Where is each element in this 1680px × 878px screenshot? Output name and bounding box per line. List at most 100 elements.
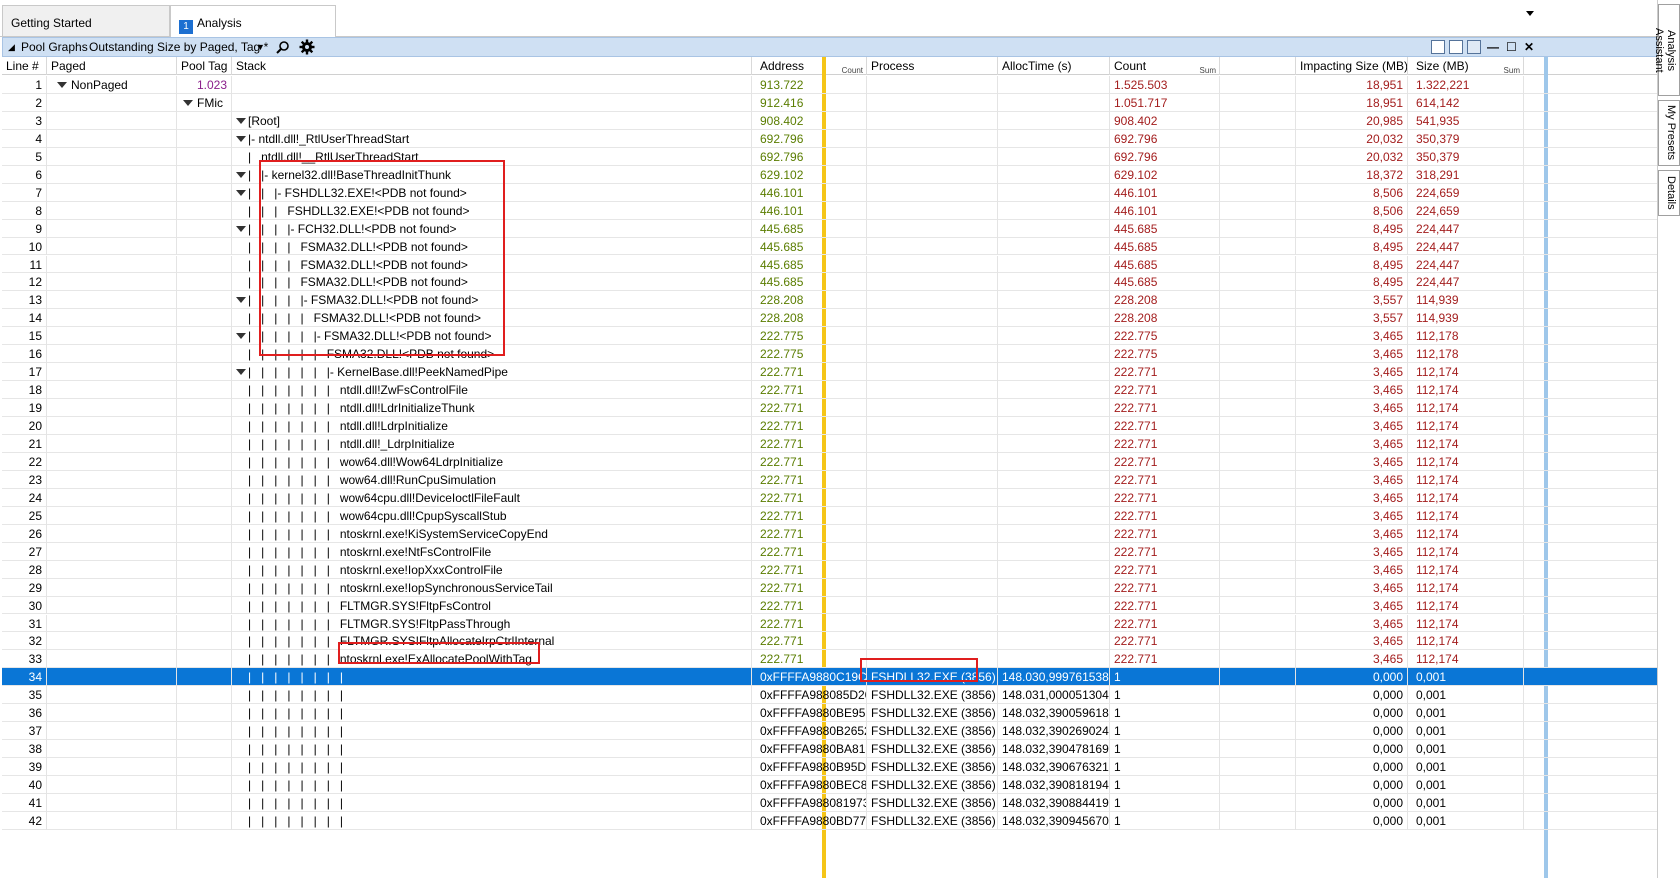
cell-n: 21	[2, 435, 47, 453]
table-row[interactable]: 35 | | | | | | | | 0xFFFFA988085D2010FSHDL…	[2, 686, 1657, 705]
tab-getting-started[interactable]: Getting Started	[2, 5, 170, 36]
table-row[interactable]: 3 [Root] 908.402 908.402 20,985 541,935	[2, 111, 1657, 130]
column-header-process[interactable]: Process	[867, 57, 998, 75]
table-row[interactable]: 30 | | | | | | | FLTMGR.SYS!FltpFsControl…	[2, 596, 1657, 615]
expand-arrow-icon[interactable]	[236, 225, 246, 232]
table-row[interactable]: 18 | | | | | | | ntdll.dll!ZwFsControlFil…	[2, 381, 1657, 400]
cell-time	[998, 309, 1110, 328]
table-row[interactable]: 8 | | | FSHDLL32.EXE!<PDB not found> 446.1…	[2, 201, 1657, 220]
table-row[interactable]: 39 | | | | | | | | 0xFFFFA9880B95D6C0FSHDL…	[2, 758, 1657, 777]
table-row[interactable]: 16 | | | | | | FSMA32.DLL!<PDB not found>…	[2, 345, 1657, 364]
column-header-pool-tag[interactable]: Pool Tag	[177, 57, 232, 75]
chevron-down-icon[interactable]: ▼	[256, 42, 265, 52]
table-row[interactable]: 38 | | | | | | | | 0xFFFFA9880BA819E0FSHDL…	[2, 740, 1657, 759]
graph-view-icon[interactable]	[1431, 40, 1445, 54]
column-header-count[interactable]: Count Sum	[1110, 57, 1220, 75]
cell-size: 112,174	[1412, 650, 1524, 669]
table-row[interactable]: 19 | | | | | | | ntdll.dll!LdrInitializeT…	[2, 399, 1657, 418]
cell-addr: 222.771	[756, 614, 867, 633]
table-row[interactable]: 36 | | | | | | | | 0xFFFFA9880BE95E00FSHDL…	[2, 704, 1657, 723]
table-row[interactable]: 20 | | | | | | | ntdll.dll!LdrpInitialize…	[2, 417, 1657, 435]
column-header-address[interactable]: Address Count	[756, 57, 867, 75]
table-row[interactable]: 9 | | | |- FCH32.DLL!<PDB not found> 445.6…	[2, 219, 1657, 238]
cell-addr: 692.796	[756, 147, 867, 166]
cell-paged	[47, 381, 177, 400]
tab-analysis[interactable]: 1 Analysis	[170, 5, 336, 37]
sidebar-tab-details[interactable]: Details	[1658, 170, 1680, 216]
table-row[interactable]: 21 | | | | | | | ntdll.dll!_LdrpInitializ…	[2, 435, 1657, 453]
table-row[interactable]: 22 | | | | | | | wow64.dll!Wow64LdrpIniti…	[2, 452, 1657, 471]
sidebar-tab-analysis-assistant[interactable]: Analysis Assistant	[1653, 4, 1680, 96]
cell-proc	[867, 255, 998, 274]
table-row[interactable]: 13 | | | | |- FSMA32.DLL!<PDB not found> 2…	[2, 291, 1657, 310]
column-header-blank[interactable]	[1220, 57, 1296, 75]
expand-arrow-icon[interactable]	[236, 117, 246, 124]
cell-n: 2	[2, 93, 47, 112]
table-row[interactable]: 7 | | |- FSHDLL32.EXE!<PDB not found> 446.…	[2, 183, 1657, 202]
cell-count: 1	[1110, 740, 1220, 759]
table-row[interactable]: 25 | | | | | | | wow64cpu.dll!CpupSyscall…	[2, 506, 1657, 525]
graph-and-table-icon[interactable]	[1449, 40, 1463, 54]
table-row[interactable]: 14 | | | | | FSMA32.DLL!<PDB not found> 22…	[2, 309, 1657, 328]
expand-arrow-icon[interactable]	[236, 135, 246, 142]
table-row[interactable]: 26 | | | | | | | ntoskrnl.exe!KiSystemSer…	[2, 524, 1657, 543]
table-row[interactable]: 27 | | | | | | | ntoskrnl.exe!NtFsControl…	[2, 542, 1657, 561]
column-header-stack[interactable]: Stack	[232, 57, 752, 75]
close-icon[interactable]: ✕	[1524, 40, 1534, 54]
table-row[interactable]: 17 | | | | | | |- KernelBase.dll!PeekName…	[2, 363, 1657, 382]
table-row[interactable]: 41 | | | | | | | | 0xFFFFA988081973A0FSHDL…	[2, 794, 1657, 812]
cell-paged	[47, 273, 177, 292]
table-row[interactable]: 37 | | | | | | | | 0xFFFFA9880B2652A0FSHDL…	[2, 722, 1657, 741]
column-header-paged[interactable]: Paged	[47, 57, 177, 75]
expand-arrow-icon[interactable]	[236, 333, 246, 340]
cell-n: 38	[2, 740, 47, 759]
table-row[interactable]: 23 | | | | | | | wow64.dll!RunCpuSimulati…	[2, 470, 1657, 489]
column-header-size[interactable]: Size (MB) Sum	[1412, 57, 1524, 75]
preset-selector[interactable]: Outstanding Size by Paged, Tag *	[89, 40, 268, 54]
table-row[interactable]: 29 | | | | | | | ntoskrnl.exe!IopSynchron…	[2, 578, 1657, 597]
table-row[interactable]: 33 | | | | | | | ntoskrnl.exe!ExAllocateP…	[2, 650, 1657, 669]
collapse-graph-icon[interactable]: ◢	[8, 42, 15, 53]
table-row[interactable]: 32 | | | | | | | FLTMGR.SYS!FltpAllocateI…	[2, 632, 1657, 651]
table-row[interactable]: 40 | | | | | | | | 0xFFFFA9880BEC82E0FSHDL…	[2, 776, 1657, 794]
cell-time: 148.032,390478169	[998, 740, 1110, 759]
maximize-icon[interactable]: ☐	[1506, 40, 1517, 54]
table-row[interactable]: 28 | | | | | | | ntoskrnl.exe!IopXxxContr…	[2, 560, 1657, 579]
cell-count: 222.771	[1110, 506, 1220, 525]
cell-imp: 3,465	[1296, 596, 1408, 615]
sidebar-tab-my-presets[interactable]: My Presets	[1658, 100, 1680, 166]
table-row[interactable]: 31 | | | | | | | FLTMGR.SYS!FltpPassThrou…	[2, 614, 1657, 633]
table-row[interactable]: 1 NonPaged 1.023 913.722 1.525.503 18,951 1.32…	[2, 76, 1657, 94]
table-row[interactable]: 15 | | | | | |- FSMA32.DLL!<PDB not found…	[2, 327, 1657, 346]
expand-arrow-icon[interactable]	[236, 189, 246, 196]
table-row[interactable]: 2 FMic 912.416 1.051.717 18,951 614,142	[2, 93, 1657, 112]
cell-stack: | | |- FSHDLL32.EXE!<PDB not found>	[232, 183, 752, 202]
search-icon[interactable]	[275, 40, 291, 55]
tab-overflow-icon[interactable]	[1526, 11, 1534, 16]
cell-paged	[47, 578, 177, 597]
cell-time	[998, 435, 1110, 453]
expand-arrow-icon[interactable]	[236, 369, 246, 376]
table-row[interactable]: 4 |- ntdll.dll!_RtlUserThreadStart 692.796…	[2, 129, 1657, 148]
expand-arrow-icon[interactable]	[236, 171, 246, 178]
table-row[interactable]: 42 | | | | | | | | 0xFFFFA9880BD77870FSHDL…	[2, 811, 1657, 830]
minimize-icon[interactable]: —	[1487, 40, 1499, 54]
gear-icon[interactable]	[299, 39, 315, 55]
expand-arrow-icon[interactable]	[57, 82, 67, 88]
table-row[interactable]: 5 | ntdll.dll!__RtlUserThreadStart 692.796…	[2, 147, 1657, 166]
table-row[interactable]: 24 | | | | | | | wow64cpu.dll!DeviceIoctl…	[2, 488, 1657, 507]
cell-imp: 3,465	[1296, 650, 1408, 669]
table-row[interactable]: 6 | |- kernel32.dll!BaseThreadInitThunk 62…	[2, 165, 1657, 184]
table-row[interactable]: 12 | | | | FSMA32.DLL!<PDB not found> 445.…	[2, 273, 1657, 292]
column-header-line[interactable]: Line #	[2, 57, 47, 75]
column-header-impacting-size[interactable]: Impacting Size (MB)	[1296, 57, 1408, 75]
cell-blank	[1220, 811, 1296, 830]
column-header-alloctime[interactable]: AllocTime (s)	[998, 57, 1110, 75]
expand-arrow-icon[interactable]	[236, 297, 246, 304]
table-row[interactable]: 11 | | | | FSMA32.DLL!<PDB not found> 445.…	[2, 255, 1657, 274]
cell-addr: 0xFFFFA9880BE95E00	[756, 704, 867, 723]
table-row[interactable]: 34 | | | | | | | | 0xFFFFA9880C19CA60FSHDL…	[2, 668, 1657, 687]
table-view-icon[interactable]	[1467, 40, 1481, 54]
table-row[interactable]: 10 | | | | FSMA32.DLL!<PDB not found> 445.…	[2, 237, 1657, 256]
expand-arrow-icon[interactable]	[183, 99, 193, 106]
